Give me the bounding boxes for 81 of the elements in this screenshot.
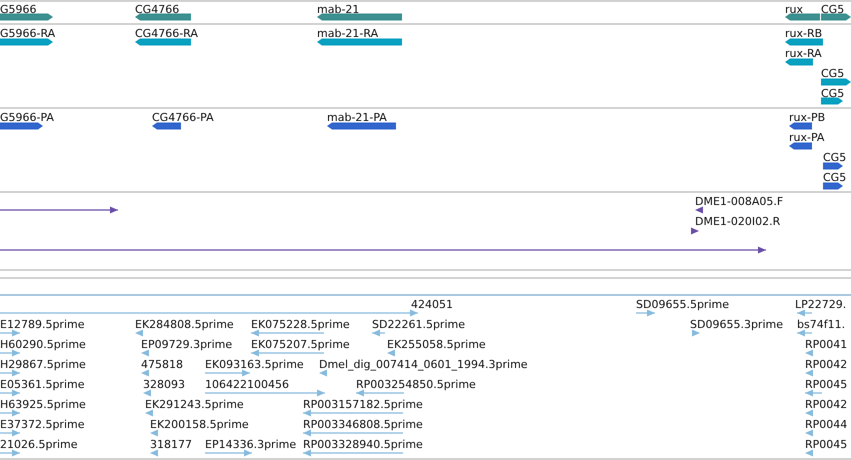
feature-glyph[interactable] (317, 38, 402, 46)
feature-label: RP003346808.5prime (303, 418, 423, 431)
feature-label: 475818 (141, 358, 183, 371)
feature-glyph[interactable] (0, 38, 53, 46)
feature-label: EK093163.5prime (205, 358, 304, 371)
feature-label: DME1-008A05.F (695, 195, 784, 208)
feature-glyph[interactable] (691, 228, 699, 234)
feature-label: 106422100456 (205, 378, 289, 391)
feature-label: CG4766-RA (135, 27, 198, 40)
feature-label: E12789.5prime (0, 318, 84, 331)
feature-label: H63925.5prime (0, 398, 86, 411)
feature-label: rux-RB (785, 27, 822, 40)
feature-glyph[interactable] (695, 206, 703, 214)
feature-glyph[interactable] (785, 58, 813, 66)
feature-label: RP0045 (805, 438, 848, 451)
feature-glyph[interactable] (789, 122, 812, 130)
feature-label: G5966 (0, 3, 37, 16)
feature-label: RP0042 (805, 398, 848, 411)
feature-label: RP003254850.5prime (356, 378, 476, 391)
feature-label: RP0042 (805, 358, 848, 371)
feature-glyph[interactable] (823, 182, 843, 190)
feature-label: EK284808.5prime (135, 318, 234, 331)
feature-label: G5966-PA (0, 111, 54, 124)
feature-label: bs74f11. (797, 318, 846, 331)
feature-glyph[interactable] (823, 162, 843, 170)
feature-label: rux-RA (785, 47, 822, 60)
feature-label: 21026.5prime (0, 438, 78, 451)
feature-label: CG5 (821, 87, 844, 100)
feature-glyph[interactable] (0, 122, 43, 130)
feature-label: E37372.5prime (0, 418, 84, 431)
feature-label: CG5 (821, 67, 844, 80)
feature-label: Dmel_dig_007414_0601_1994.3prime (319, 358, 528, 371)
feature-label: RP003157182.5prime (303, 398, 423, 411)
feature-label: SD09655.3prime (690, 318, 783, 331)
feature-label: CG5 (823, 171, 846, 184)
feature-label: RP0045 (805, 378, 848, 391)
feature-label: EK075228.5prime (251, 318, 350, 331)
feature-label: RP0041 (805, 338, 848, 351)
feature-label: RP003328940.5prime (303, 438, 423, 451)
feature-glyph[interactable] (152, 122, 181, 130)
feature-glyph[interactable] (821, 14, 851, 20)
feature-label: EK255058.5prime (387, 338, 486, 351)
feature-glyph[interactable] (0, 206, 118, 214)
feature-label: mab-21 (317, 3, 360, 16)
feature-label: EP09729.3prime (141, 338, 232, 351)
feature-label: rux-PB (789, 111, 826, 124)
feature-glyph[interactable] (0, 246, 766, 254)
feature-label: SD22261.5prime (372, 318, 465, 331)
feature-glyph[interactable] (317, 14, 402, 20)
feature-label: 318177 (150, 438, 192, 451)
feature-glyph[interactable] (785, 14, 820, 20)
feature-label: 424051 (411, 298, 453, 311)
feature-label: CG5 (821, 3, 844, 16)
feature-label: 328093 (143, 378, 185, 391)
feature-label: G5966-RA (0, 27, 56, 40)
feature-label: EK291243.5prime (145, 398, 244, 411)
feature-label: mab-21-RA (317, 27, 378, 40)
feature-label: H29867.5prime (0, 358, 86, 371)
feature-glyph[interactable] (327, 122, 396, 130)
feature-label: CG4766-PA (152, 111, 214, 124)
feature-glyph[interactable] (821, 78, 851, 86)
feature-label: LP22729. (795, 298, 846, 311)
feature-label: DME1-020I02.R (695, 215, 780, 228)
feature-label: EK200158.5prime (150, 418, 249, 431)
feature-label: SD09655.5prime (636, 298, 729, 311)
feature-label: EK075207.5prime (251, 338, 350, 351)
feature-glyph[interactable] (789, 142, 812, 150)
feature-label: CG4766 (135, 3, 180, 16)
feature-label: E05361.5prime (0, 378, 84, 391)
feature-glyph[interactable] (0, 14, 53, 20)
feature-glyph[interactable] (821, 98, 843, 104)
feature-label: rux (785, 3, 804, 16)
feature-label: RP0044 (805, 418, 848, 431)
feature-label: EP14336.3prime (205, 438, 296, 451)
feature-label: CG5 (823, 151, 846, 164)
feature-glyph[interactable] (135, 14, 191, 20)
feature-label: H60290.5prime (0, 338, 86, 351)
feature-glyph[interactable] (135, 38, 191, 46)
feature-label: rux-PA (789, 131, 824, 144)
feature-label: mab-21-PA (327, 111, 387, 124)
feature-glyph[interactable] (785, 38, 823, 46)
